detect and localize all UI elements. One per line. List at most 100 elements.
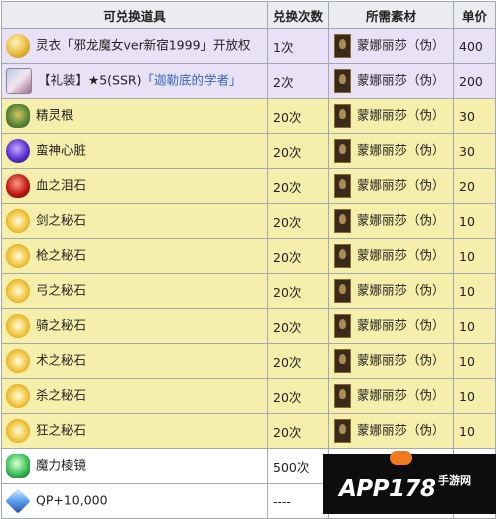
craft-essence-portrait-icon: [6, 68, 32, 94]
header-item: 可兑换道具: [1, 1, 268, 29]
mona-lisa-icon: [334, 139, 351, 163]
mona-lisa-icon: [334, 419, 351, 443]
item-cell: 狂之秘石: [1, 413, 268, 449]
item-name: 杀之秘石: [36, 387, 87, 403]
archer-gem-icon: [6, 279, 30, 303]
table-row: 枪之秘石 20次 蒙娜丽莎（伪） 10: [1, 238, 496, 274]
item-name: 血之泪石: [36, 177, 87, 193]
item-cell: 【礼装】★5(SSR)「迦勒底的学者」: [1, 63, 268, 99]
lancer-gem-icon: [6, 244, 30, 268]
table-row: 剑之秘石 20次 蒙娜丽莎（伪） 10: [1, 203, 496, 239]
price-cell: 10: [453, 413, 496, 449]
count-cell: 20次: [267, 308, 329, 344]
count-cell: 1次: [267, 28, 329, 64]
item-cell: 蛮神心脏: [1, 133, 268, 169]
count-cell: 20次: [267, 98, 329, 134]
price-cell: 10: [453, 273, 496, 309]
material-cell: 蒙娜丽莎（伪）: [328, 378, 454, 414]
material-cell: 蒙娜丽莎（伪）: [328, 98, 454, 134]
rider-gem-icon: [6, 314, 30, 338]
count-cell: 2次: [267, 63, 329, 99]
table-row: 血之泪石 20次 蒙娜丽莎（伪） 20: [1, 168, 496, 204]
item-cell: 魔力棱镜: [1, 448, 268, 484]
header-material: 所需素材: [328, 1, 454, 29]
caster-gem-icon: [6, 349, 30, 373]
item-cell: 剑之秘石: [1, 203, 268, 239]
watermark-brand: APP178: [339, 476, 436, 502]
saber-gem-icon: [6, 209, 30, 233]
price-cell: 30: [453, 133, 496, 169]
material-name: 蒙娜丽莎（伪）: [357, 247, 445, 263]
table-row: 灵衣「邪龙魔女ver新宿1999」开放权 1次 蒙娜丽莎（伪） 400: [1, 28, 496, 64]
mona-lisa-icon: [334, 314, 351, 338]
item-link[interactable]: 「迦勒底的学者」: [141, 73, 241, 88]
material-cell: 蒙娜丽莎（伪）: [328, 273, 454, 309]
price-cell: 10: [453, 378, 496, 414]
item-cell: 枪之秘石: [1, 238, 268, 274]
material-name: 蒙娜丽莎（伪）: [357, 317, 445, 333]
count-cell: 20次: [267, 203, 329, 239]
exchange-table: 可兑换道具 兑换次数 所需素材 单价 灵衣「邪龙魔女ver新宿1999」开放权 1…: [1, 1, 496, 519]
count-cell: 20次: [267, 273, 329, 309]
item-name: 魔力棱镜: [36, 457, 87, 473]
count-cell: 500次: [267, 448, 329, 484]
count-cell: 20次: [267, 413, 329, 449]
item-name: 蛮神心脏: [36, 142, 87, 158]
mona-lisa-icon: [334, 69, 351, 93]
watermark-sub: 手游网: [438, 474, 471, 487]
material-cell: 蒙娜丽莎（伪）: [328, 168, 454, 204]
material-name: 蒙娜丽莎（伪）: [357, 387, 445, 403]
price-cell: 30: [453, 98, 496, 134]
mona-lisa-icon: [334, 279, 351, 303]
item-cell: 灵衣「邪龙魔女ver新宿1999」开放权: [1, 28, 268, 64]
price-cell: 200: [453, 63, 496, 99]
count-cell: 20次: [267, 168, 329, 204]
table-row: 术之秘石 20次 蒙娜丽莎（伪） 10: [1, 343, 496, 379]
table-row: 杀之秘石 20次 蒙娜丽莎（伪） 10: [1, 378, 496, 414]
item-cell: 杀之秘石: [1, 378, 268, 414]
item-name: QP+10,000: [36, 492, 108, 508]
item-name: 【礼装】★5(SSR): [38, 72, 142, 88]
material-name: 蒙娜丽莎（伪）: [357, 177, 445, 193]
header-count: 兑换次数: [267, 1, 329, 29]
mona-lisa-icon: [334, 104, 351, 128]
count-cell: 20次: [267, 378, 329, 414]
bloodstone-tear-icon: [6, 174, 30, 198]
mana-prism-icon: [6, 454, 30, 478]
table-header-row: 可兑换道具 兑换次数 所需素材 单价: [1, 1, 496, 29]
mona-lisa-icon: [334, 244, 351, 268]
count-cell: ----: [267, 483, 329, 519]
material-cell: 蒙娜丽莎（伪）: [328, 203, 454, 239]
table-row: 蛮神心脏 20次 蒙娜丽莎（伪） 30: [1, 133, 496, 169]
material-name: 蒙娜丽莎（伪）: [357, 37, 445, 53]
material-cell: 蒙娜丽莎（伪）: [328, 28, 454, 64]
item-name: 骑之秘石: [36, 317, 87, 333]
mona-lisa-icon: [334, 209, 351, 233]
price-cell: 10: [453, 343, 496, 379]
material-cell: 蒙娜丽莎（伪）: [328, 238, 454, 274]
watermark-logo-mark: [390, 451, 412, 465]
count-cell: 20次: [267, 238, 329, 274]
item-name: 精灵根: [36, 107, 74, 123]
berserker-gem-icon: [6, 419, 30, 443]
item-name: 灵衣「邪龙魔女ver新宿1999」开放权: [36, 37, 251, 53]
gold-coin-icon: [6, 34, 30, 58]
material-name: 蒙娜丽莎（伪）: [357, 142, 445, 158]
material-cell: 蒙娜丽莎（伪）: [328, 133, 454, 169]
item-name: 狂之秘石: [36, 422, 87, 438]
item-cell: QP+10,000: [1, 483, 268, 519]
price-cell: 10: [453, 308, 496, 344]
item-name: 枪之秘石: [36, 247, 87, 263]
price-cell: 10: [453, 203, 496, 239]
item-name: 弓之秘石: [36, 282, 87, 298]
qp-icon: [5, 488, 31, 514]
item-cell: 弓之秘石: [1, 273, 268, 309]
material-name: 蒙娜丽莎（伪）: [357, 212, 445, 228]
material-cell: 蒙娜丽莎（伪）: [328, 63, 454, 99]
heart-of-foreign-god-icon: [6, 139, 30, 163]
item-cell: 骑之秘石: [1, 308, 268, 344]
item-cell: 术之秘石: [1, 343, 268, 379]
material-cell: 蒙娜丽莎（伪）: [328, 308, 454, 344]
app178-watermark: APP178 手游网: [323, 451, 496, 514]
table-row: 弓之秘石 20次 蒙娜丽莎（伪） 10: [1, 273, 496, 309]
